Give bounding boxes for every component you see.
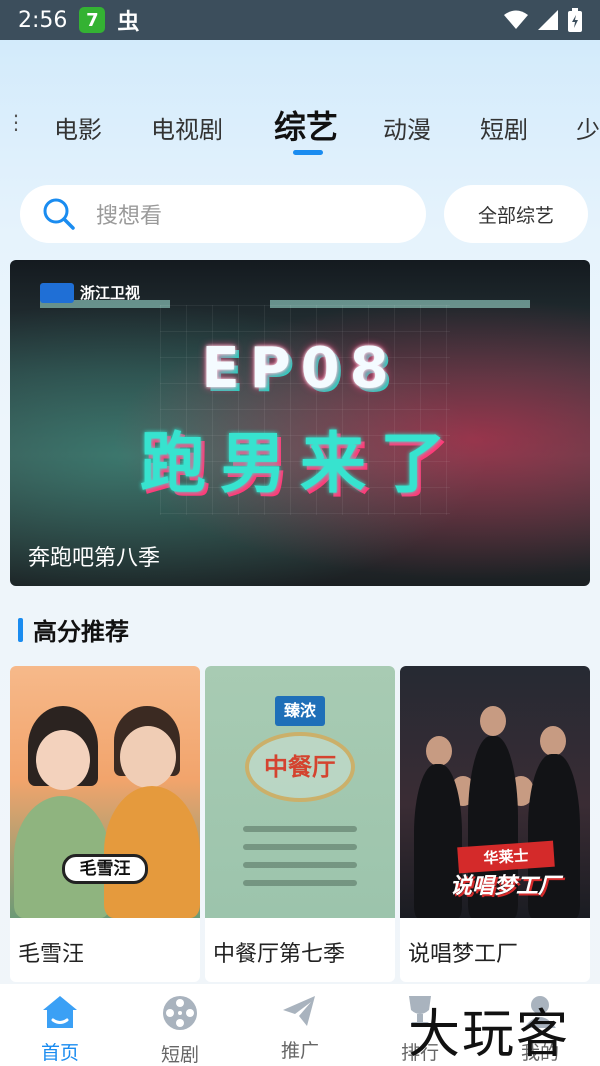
section-header: 高分推荐	[18, 612, 129, 647]
poster-face	[480, 706, 506, 736]
wifi-icon	[504, 10, 528, 29]
tab-tv-series[interactable]: 电视剧	[151, 110, 223, 145]
poster-figure	[104, 786, 200, 918]
banner-episode: EP08	[201, 336, 399, 401]
tab-movie[interactable]: 电影	[54, 110, 102, 145]
signal-icon	[538, 10, 558, 30]
section-accent-bar	[18, 617, 23, 642]
poster-logo: 中餐厅	[245, 732, 355, 802]
poster-face	[540, 726, 566, 756]
app-notification-icon: 7	[79, 7, 106, 33]
tab-kids[interactable]: 少	[576, 110, 600, 145]
show-title: 说唱梦工厂	[408, 942, 519, 967]
poster-face	[36, 730, 90, 790]
tab-variety[interactable]: 综艺	[274, 102, 338, 148]
poster-sponsor-lines	[243, 826, 357, 898]
nav-label: 推广	[280, 1040, 319, 1062]
show-card[interactable]: 毛雪汪 毛雪汪	[10, 666, 200, 982]
poster-logo: 毛雪汪	[62, 854, 148, 884]
poster-face	[120, 726, 176, 788]
debug-icon: 虫	[117, 10, 140, 35]
show-title: 毛雪汪	[18, 942, 85, 967]
nav-label: 短剧	[160, 1044, 199, 1066]
tab-anime[interactable]: 动漫	[383, 110, 431, 145]
nav-short-drama[interactable]: 短剧	[120, 984, 240, 1066]
show-poster: 臻浓 中餐厅	[205, 666, 395, 918]
show-card[interactable]: 华莱士 说唱梦工厂 说唱梦工厂	[400, 666, 590, 982]
banner-caption: 奔跑吧第八季	[28, 546, 161, 571]
featured-banner[interactable]: 浙江卫视 EP08 跑男来了 奔跑吧第八季	[10, 260, 590, 586]
section-title: 高分推荐	[33, 618, 129, 646]
show-title: 中餐厅第七季	[213, 942, 346, 967]
nav-label: 首页	[40, 1042, 79, 1064]
nav-home[interactable]: 首页	[0, 984, 120, 1066]
channel-logo: 浙江卫视	[40, 282, 140, 303]
channel-name: 浙江卫视	[80, 284, 141, 302]
poster-sponsor: 臻浓	[275, 696, 325, 726]
battery-icon	[568, 8, 582, 32]
show-card[interactable]: 臻浓 中餐厅 中餐厅第七季	[205, 666, 395, 982]
more-menu-icon[interactable]: ⋮	[6, 112, 26, 132]
poster-logo: 说唱梦工厂	[449, 874, 560, 899]
search-icon	[43, 198, 75, 230]
search-placeholder: 搜想看	[96, 204, 163, 229]
search-input[interactable]: 搜想看	[20, 185, 426, 243]
poster-face	[426, 736, 452, 766]
watermark: 大玩客	[408, 1005, 571, 1065]
status-bar: 2:56 7 虫	[0, 0, 600, 40]
banner-headline: 跑男来了	[140, 425, 460, 502]
all-variety-button[interactable]: 全部综艺	[444, 185, 588, 243]
home-icon	[43, 996, 77, 1028]
nav-promote[interactable]: 推广	[240, 984, 360, 1066]
show-poster: 毛雪汪	[10, 666, 200, 918]
status-icons	[504, 8, 582, 32]
channel-logo-icon	[40, 282, 74, 303]
paper-plane-icon	[283, 996, 315, 1026]
category-tabs: ⋮ 电影 电视剧 综艺 动漫 短剧 少	[0, 96, 600, 162]
tab-short-drama[interactable]: 短剧	[480, 110, 528, 145]
active-tab-indicator	[293, 150, 323, 155]
status-time: 2:56	[18, 7, 68, 33]
film-reel-icon	[163, 996, 197, 1030]
show-poster: 华莱士 说唱梦工厂	[400, 666, 590, 918]
